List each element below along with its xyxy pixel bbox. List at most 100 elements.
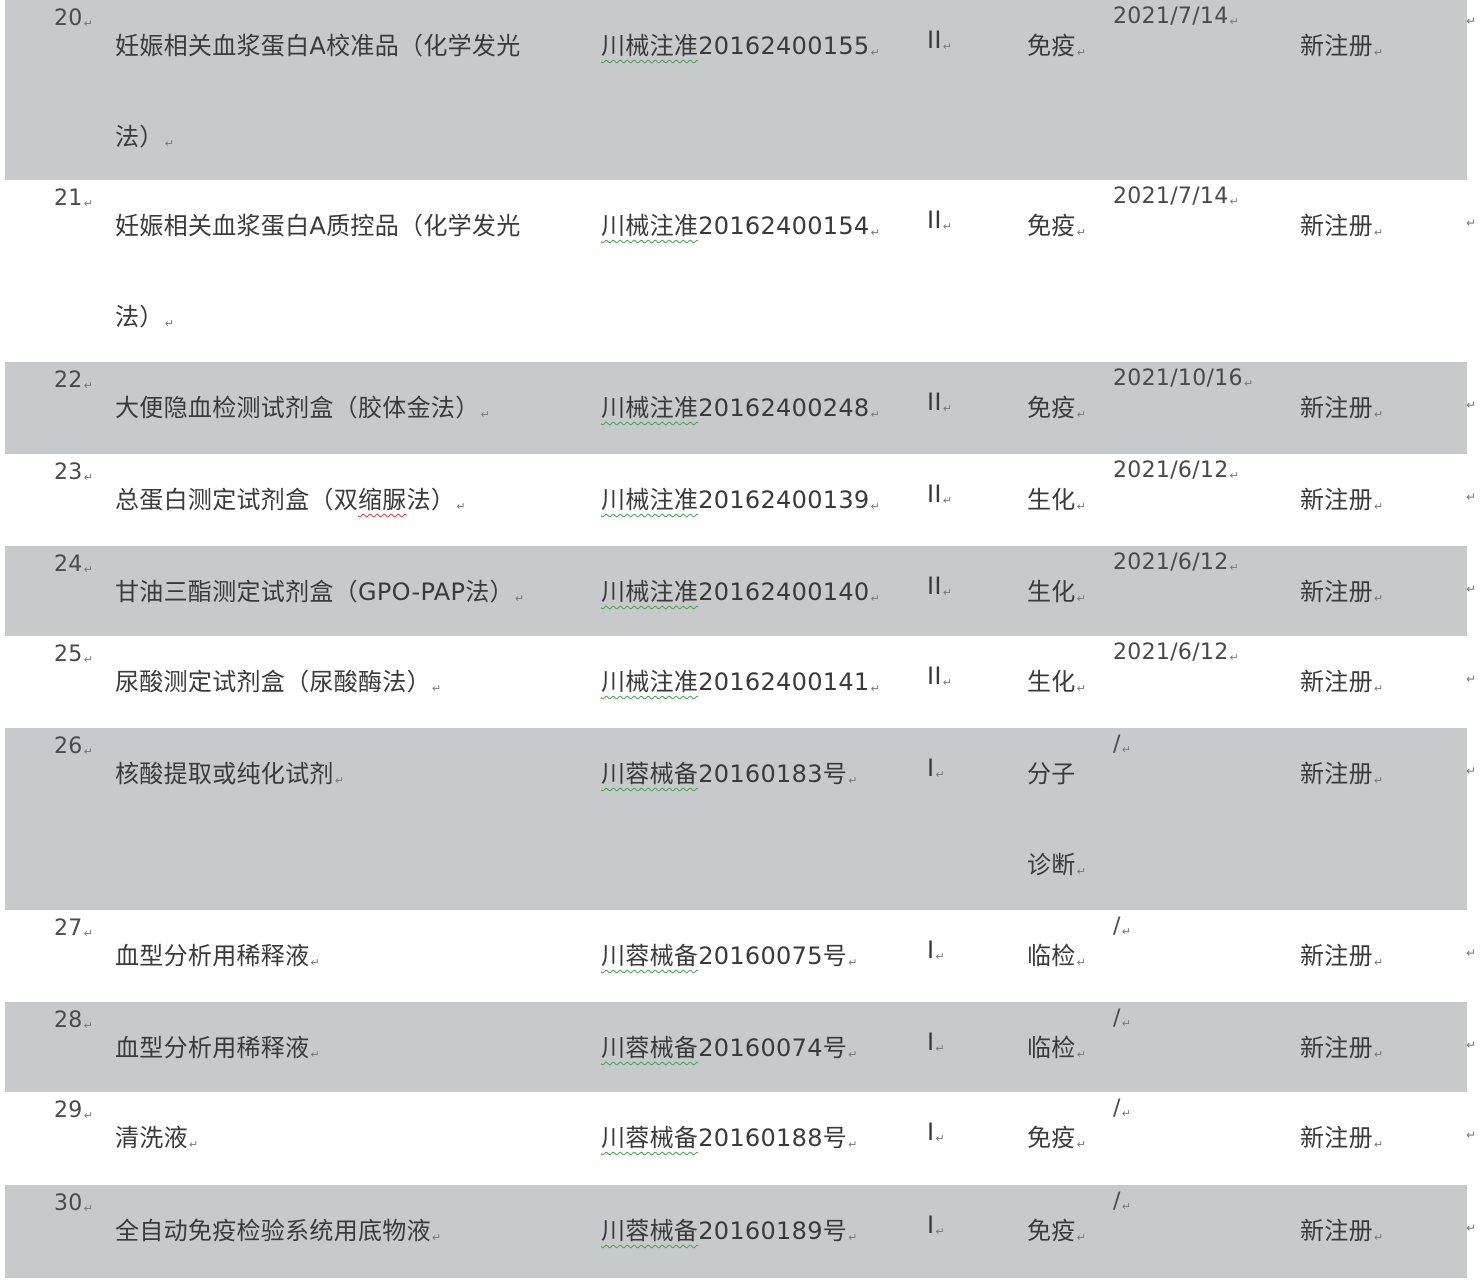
table-row: 23↵ 总蛋白测定试剂盒（双缩脲法）↵ 川械注准20162400139↵ II↵ 生化↵… [5, 454, 1476, 546]
registration-type: 新注册↵ [1300, 936, 1383, 971]
row-number: 20↵ [54, 6, 93, 31]
registration-prefix: 川蓉械备 [601, 760, 699, 788]
category-text: 临检 [1027, 1034, 1076, 1062]
category-text: 免疫 [1027, 212, 1076, 240]
approval-date-text: / [1113, 1006, 1121, 1031]
registration-code: 20160188号 [698, 1124, 848, 1152]
category-line: 分子 [1027, 754, 1076, 789]
registration-type-text: 新注册 [1300, 32, 1373, 60]
table-row: 25↵ 尿酸测定试剂盒（尿酸酶法）↵ 川械注准20162400141↵ II↵ 生化↵ 2… [5, 636, 1476, 728]
table-row: 27↵ 血型分析用稀释液↵ 川蓉械备20160075号↵ I↵ 临检↵/↵ 新注册↵ ↵ [5, 910, 1476, 1002]
paragraph-mark: ↵ [1373, 1231, 1384, 1244]
category-text: 免疫 [1027, 1124, 1076, 1152]
device-class-text: I [927, 1118, 935, 1146]
product-name-line: 血型分析用稀释液↵ [115, 1028, 320, 1063]
paragraph-mark: ↵ [83, 927, 94, 940]
paragraph-mark: ↵ [1121, 925, 1132, 938]
paragraph-mark: ↵ [848, 774, 858, 787]
registration-code: 20160189号 [698, 1217, 848, 1245]
registration-type-text: 新注册 [1300, 394, 1373, 422]
approval-date-text: / [1113, 732, 1121, 757]
paragraph-mark: ↵ [83, 653, 94, 666]
device-class: I↵ [927, 754, 945, 782]
approval-date-text: / [1113, 1189, 1121, 1214]
product-name-text: 尿酸测定试剂盒（尿酸酶法） [115, 668, 431, 696]
paragraph-mark: ↵ [1229, 195, 1240, 208]
product-name-text: 妊娠相关血浆蛋白A校准品（化学发光 [115, 32, 521, 60]
paragraph-mark: ↵ [83, 197, 94, 210]
category-line: 临检↵ [1027, 1028, 1086, 1063]
paragraph-mark: ↵ [848, 1138, 858, 1151]
row-number-text: 20 [54, 6, 83, 31]
registration-code: 20160074号 [698, 1034, 848, 1062]
registration-code: 20160183号 [698, 760, 848, 788]
paragraph-mark: ↵ [1373, 408, 1384, 421]
device-class-text: II [927, 662, 942, 690]
paragraph-mark: ↵ [1121, 1107, 1132, 1120]
paragraph-mark: ↵ [1229, 651, 1240, 664]
paragraph-mark: ↵ [942, 676, 953, 689]
row-number: 22↵ [54, 368, 93, 393]
registration-number: 川械注准20162400140↵ [601, 572, 880, 607]
paragraph-mark: ↵ [1076, 500, 1087, 513]
product-name-text: 核酸提取或纯化试剂 [115, 760, 334, 788]
paragraph-mark: ↵ [514, 592, 525, 605]
paragraph-mark: ↵ [83, 1019, 94, 1032]
end-of-row-mark: ↵ [1466, 764, 1477, 778]
product-table: 20↵ 妊娠相关血浆蛋白A校准品（化学发光 法）↵ 川械注准20162400155↵ I… [5, 0, 1476, 1278]
product-name-line: 法）↵ [115, 117, 174, 152]
category-line: 生化↵ [1027, 572, 1086, 607]
registration-type-text: 新注册 [1300, 1034, 1373, 1062]
registration-prefix: 川械注准 [601, 578, 699, 606]
paragraph-mark: ↵ [431, 1231, 442, 1244]
approval-date-text: 2021/10/16 [1113, 366, 1243, 391]
device-class-text: I [927, 1028, 935, 1056]
paragraph-mark: ↵ [1121, 1200, 1132, 1213]
product-name-line: 甘油三酯测定试剂盒（GPO-PAP法）↵ [115, 572, 524, 607]
registration-code: 20162400155 [698, 32, 870, 60]
end-of-row-mark: ↵ [1466, 672, 1477, 686]
approval-date: /↵ [1113, 732, 1131, 757]
approval-date-text: / [1113, 914, 1121, 939]
device-class: I↵ [927, 1118, 945, 1146]
approval-date-text: 2021/7/14 [1113, 184, 1229, 209]
product-name-line: 妊娠相关血浆蛋白A校准品（化学发光 [115, 26, 521, 61]
end-of-row-mark: ↵ [1466, 1128, 1477, 1142]
product-name-text: 甘油三酯测定试剂盒（GPO-PAP法） [115, 578, 514, 606]
paragraph-mark: ↵ [480, 408, 491, 421]
registration-type: 新注册↵ [1300, 572, 1383, 607]
row-number-text: 25 [54, 642, 83, 667]
product-name-line: 妊娠相关血浆蛋白A质控品（化学发光 [115, 206, 521, 241]
registration-code: 20162400154 [698, 212, 870, 240]
paragraph-mark: ↵ [1373, 500, 1384, 513]
spellcheck-underlined-word: 缩脲 [358, 486, 407, 514]
product-name-text: 血型分析用稀释液 [115, 1034, 310, 1062]
approval-date: 2021/6/12↵ [1113, 640, 1239, 665]
paragraph-mark: ↵ [83, 17, 94, 30]
paragraph-mark: ↵ [1076, 408, 1087, 421]
paragraph-mark: ↵ [1243, 377, 1254, 390]
category-line: 临检↵ [1027, 936, 1086, 971]
registration-type-text: 新注册 [1300, 760, 1373, 788]
device-class: II↵ [927, 388, 952, 416]
paragraph-mark: ↵ [83, 1109, 94, 1122]
approval-date: /↵ [1113, 1096, 1131, 1121]
registration-prefix: 川械注准 [601, 394, 699, 422]
paragraph-mark: ↵ [848, 1048, 858, 1061]
row-number: 25↵ [54, 642, 93, 667]
approval-date-text: 2021/7/14 [1113, 4, 1229, 29]
paragraph-mark: ↵ [942, 220, 953, 233]
paragraph-mark: ↵ [1373, 1048, 1384, 1061]
registration-type: 新注册↵ [1300, 206, 1383, 241]
registration-type-text: 新注册 [1300, 668, 1373, 696]
product-name-part: 总蛋白测定试剂盒（双 [115, 486, 358, 514]
device-class: II↵ [927, 572, 952, 600]
category-text: 生化 [1027, 668, 1076, 696]
table-row: 20↵ 妊娠相关血浆蛋白A校准品（化学发光 法）↵ 川械注准20162400155↵ I… [5, 0, 1476, 180]
registration-type: 新注册↵ [1300, 26, 1383, 61]
paragraph-mark: ↵ [1229, 561, 1240, 574]
registration-type-text: 新注册 [1300, 1124, 1373, 1152]
paragraph-mark: ↵ [935, 1132, 945, 1145]
product-name-text: 大便隐血检测试剂盒（胶体金法） [115, 394, 480, 422]
registration-prefix: 川蓉械备 [601, 942, 699, 970]
